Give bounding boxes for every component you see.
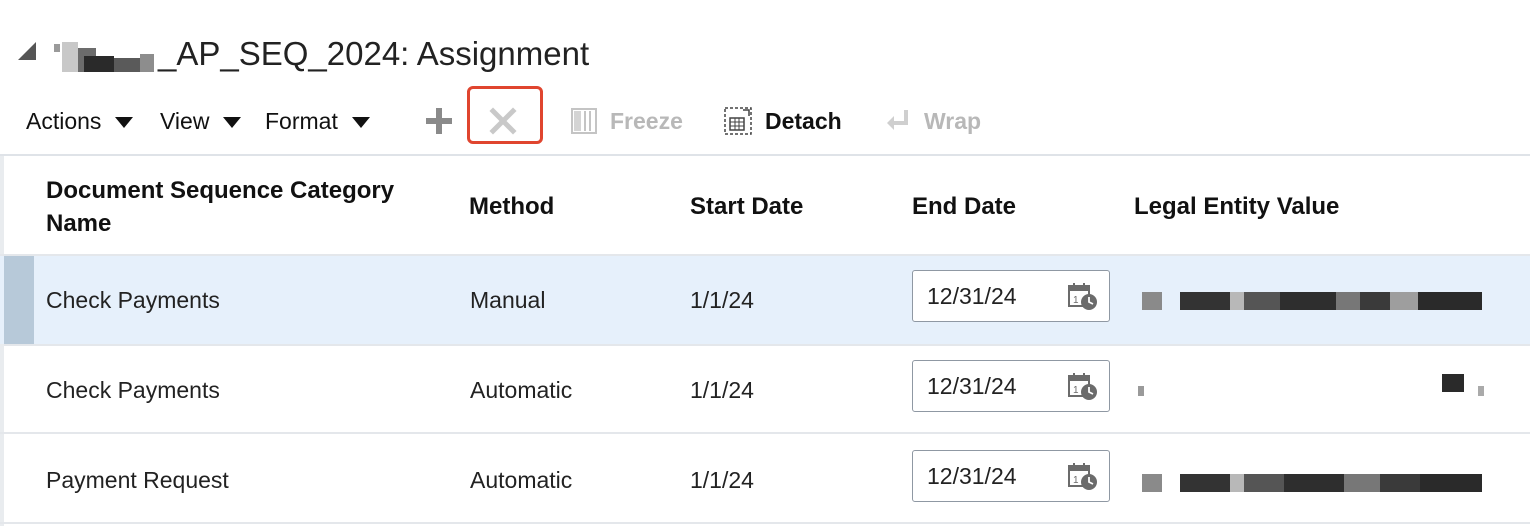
row-divider bbox=[0, 432, 1530, 434]
calendar-icon[interactable]: 1 bbox=[1067, 462, 1099, 492]
column-header-legal-entity[interactable]: Legal Entity Value bbox=[1134, 190, 1339, 223]
wrap-button[interactable]: Wrap bbox=[884, 96, 981, 146]
freeze-columns-icon bbox=[571, 108, 597, 134]
view-menu[interactable]: View bbox=[160, 96, 242, 146]
chevron-down-icon bbox=[351, 117, 370, 128]
table-row[interactable]: Payment Request Automatic 1/1/24 1 bbox=[0, 436, 1530, 524]
column-header-start-date[interactable]: Start Date bbox=[690, 190, 803, 223]
table-toolbar: Actions View Format Freeze Detach Wrap bbox=[0, 96, 1530, 146]
end-date-input[interactable] bbox=[925, 281, 1059, 311]
end-date-input[interactable] bbox=[925, 371, 1059, 401]
cell-method: Automatic bbox=[470, 376, 573, 403]
cell-category: Payment Request bbox=[46, 466, 229, 493]
freeze-button[interactable]: Freeze bbox=[570, 96, 683, 146]
cell-start-date: 1/1/24 bbox=[690, 286, 754, 313]
cell-category: Check Payments bbox=[46, 376, 220, 403]
page-header: _AP_SEQ_2024: Assignment bbox=[54, 30, 589, 78]
freeze-label: Freeze bbox=[610, 107, 683, 134]
end-date-field[interactable]: 1 bbox=[912, 360, 1110, 412]
row-selector[interactable] bbox=[4, 256, 34, 344]
column-header-method[interactable]: Method bbox=[469, 190, 554, 223]
column-header-end-date[interactable]: End Date bbox=[912, 190, 1016, 223]
wrap-label: Wrap bbox=[924, 107, 982, 134]
plus-icon bbox=[426, 108, 452, 134]
format-menu[interactable]: Format bbox=[265, 96, 370, 146]
page-title: _AP_SEQ_2024: Assignment bbox=[158, 35, 590, 72]
end-date-field[interactable]: 1 bbox=[912, 270, 1110, 322]
chevron-down-icon bbox=[223, 117, 242, 128]
column-header-category[interactable]: Document Sequence Category Name bbox=[46, 174, 446, 240]
row-divider bbox=[0, 522, 1530, 524]
svg-text:1: 1 bbox=[1073, 295, 1079, 306]
wrap-icon bbox=[887, 110, 908, 130]
delete-highlight-annotation bbox=[467, 86, 543, 144]
cell-category: Check Payments bbox=[46, 286, 220, 313]
row-selector[interactable] bbox=[4, 346, 34, 434]
svg-text:1: 1 bbox=[1073, 385, 1079, 396]
detach-label: Detach bbox=[765, 107, 842, 134]
table-row[interactable]: Check Payments Manual 1/1/24 1 bbox=[0, 256, 1530, 344]
detach-button[interactable]: Detach bbox=[723, 96, 842, 146]
table-row[interactable]: Check Payments Automatic 1/1/24 1 bbox=[0, 346, 1530, 434]
view-menu-label: View bbox=[160, 107, 210, 134]
calendar-icon[interactable]: 1 bbox=[1067, 372, 1099, 402]
cell-start-date: 1/1/24 bbox=[690, 466, 754, 493]
detach-icon bbox=[724, 107, 752, 135]
chevron-down-icon bbox=[115, 117, 134, 128]
redacted-title-prefix bbox=[54, 34, 156, 74]
actions-menu-label: Actions bbox=[26, 107, 102, 134]
svg-text:1: 1 bbox=[1073, 475, 1079, 486]
end-date-input[interactable] bbox=[925, 461, 1059, 491]
cell-start-date: 1/1/24 bbox=[690, 376, 754, 403]
row-selector[interactable] bbox=[4, 436, 34, 524]
add-row-button[interactable] bbox=[422, 96, 456, 146]
table-header-row: Document Sequence Category Name Method S… bbox=[0, 156, 1530, 254]
calendar-icon[interactable]: 1 bbox=[1067, 282, 1099, 312]
cell-method: Automatic bbox=[470, 466, 573, 493]
actions-menu[interactable]: Actions bbox=[26, 96, 134, 146]
end-date-field[interactable]: 1 bbox=[912, 450, 1110, 502]
format-menu-label: Format bbox=[265, 107, 338, 134]
collapse-toggle-icon[interactable] bbox=[18, 42, 36, 60]
cell-method: Manual bbox=[470, 286, 546, 313]
